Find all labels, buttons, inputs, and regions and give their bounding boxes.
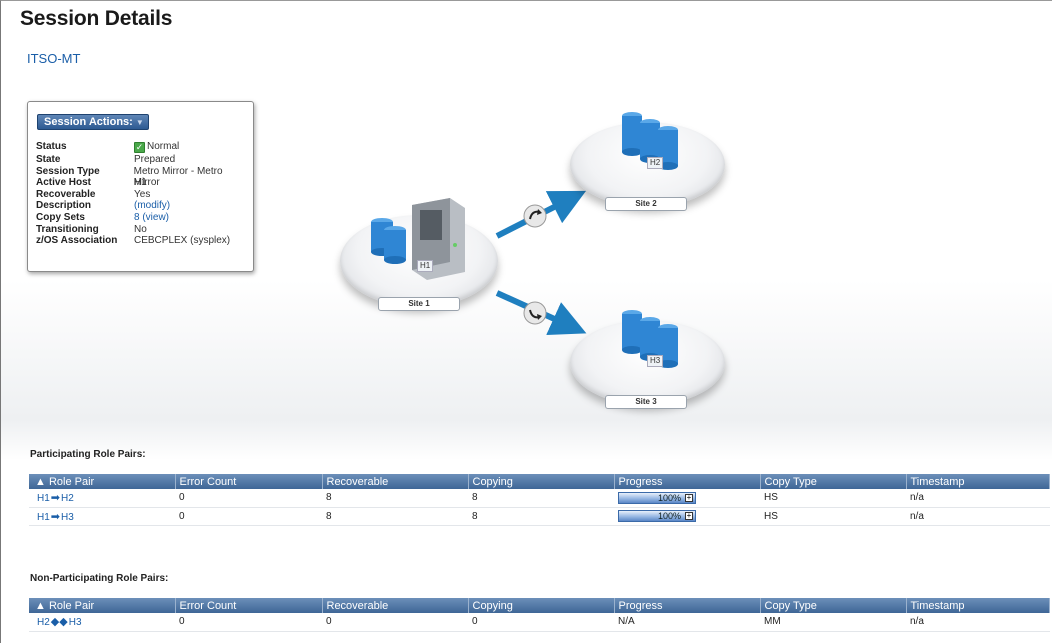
participating-role-pairs-table: ▲ Role Pair Error Count Recoverable Copy…	[29, 474, 1050, 526]
error-count-cell: 0	[175, 489, 322, 508]
column-header-role-pair[interactable]: ▲ Role Pair	[29, 474, 176, 489]
participating-title: Participating Role Pairs:	[30, 449, 146, 460]
timestamp-cell: n/a	[906, 507, 1050, 526]
column-header-copying[interactable]: Copying	[468, 598, 615, 613]
error-count-cell: 0	[175, 613, 322, 632]
table-header-row: ▲ Role Pair Error Count Recoverable Copy…	[29, 474, 1050, 489]
role-pair-link[interactable]: H1➡H2	[37, 492, 74, 505]
role-from: H1	[37, 511, 50, 523]
progress-bar: 100% +	[618, 491, 696, 504]
column-header-error-count[interactable]: Error Count	[175, 598, 323, 613]
timestamp-cell: n/a	[906, 613, 1050, 632]
column-header-recoverable[interactable]: Recoverable	[322, 474, 469, 489]
copy-type-cell: MM	[760, 613, 906, 632]
table-row: H2◆◆H3 0 0 0 N/A MM n/a	[29, 613, 1050, 632]
recoverable-cell: 8	[322, 489, 468, 508]
column-header-progress[interactable]: Progress	[614, 474, 761, 489]
role-to: H3	[68, 617, 82, 629]
column-header-copying[interactable]: Copying	[468, 474, 615, 489]
sort-ascending-icon: ▲	[35, 599, 46, 612]
site-3-node[interactable]: H3 Site 3	[570, 298, 730, 413]
column-header-timestamp[interactable]: Timestamp	[906, 598, 1050, 613]
role-pair-cell: H1➡H2	[29, 489, 175, 508]
table-row: H1➡H2 0 8 8 100% + HS n/a	[29, 489, 1050, 508]
host-label-h3: H3	[647, 355, 664, 367]
progress-text: 100%	[657, 492, 681, 503]
recoverable-cell: 8	[322, 507, 468, 526]
bidirectional-arrow-icon: ◆◆	[50, 616, 68, 629]
role-pair-link[interactable]: H2◆◆H3	[37, 616, 82, 629]
error-count-cell: 0	[175, 507, 322, 526]
role-to: H2	[61, 493, 74, 505]
copy-type-cell: HS	[760, 489, 906, 508]
arrow-right-icon: ➡	[50, 492, 61, 505]
site-1-label: Site 1	[378, 297, 460, 311]
host-label-h1: H1	[417, 260, 434, 272]
column-header-role-pair[interactable]: ▲ Role Pair	[29, 598, 176, 613]
copying-cell: 8	[468, 507, 614, 526]
host-label-h2: H2	[647, 157, 664, 169]
role-pair-cell: H1➡H3	[29, 507, 175, 526]
expand-icon[interactable]: +	[685, 512, 693, 520]
replication-direction-icon[interactable]	[523, 204, 547, 228]
column-label: Role Pair	[48, 599, 95, 612]
copying-cell: 0	[468, 613, 614, 632]
replication-arrows	[495, 190, 587, 335]
site-2-node[interactable]: H2 Site 2	[570, 100, 730, 215]
site-2-label: Site 2	[605, 197, 687, 211]
column-label: Role Pair	[48, 475, 95, 488]
progress-bar: 100% +	[618, 510, 696, 522]
role-pair-cell: H2◆◆H3	[29, 613, 175, 632]
table-row: H1➡H3 0 8 8 100% + HS n/a	[29, 507, 1050, 526]
column-header-copy-type[interactable]: Copy Type	[760, 474, 907, 489]
database-server-icon	[371, 198, 465, 280]
column-header-copy-type[interactable]: Copy Type	[760, 598, 907, 613]
recoverable-cell: 0	[322, 613, 468, 632]
column-header-timestamp[interactable]: Timestamp	[906, 474, 1050, 489]
progress-cell: 100% +	[614, 489, 760, 508]
table-header-row: ▲ Role Pair Error Count Recoverable Copy…	[29, 598, 1050, 613]
progress-cell: N/A	[614, 613, 760, 632]
role-from: H1	[37, 493, 50, 505]
role-pair-link[interactable]: H1➡H3	[37, 510, 74, 523]
non-participating-role-pairs-table: ▲ Role Pair Error Count Recoverable Copy…	[29, 598, 1050, 632]
role-to: H3	[61, 511, 74, 523]
expand-icon[interactable]: +	[685, 493, 693, 502]
arrow-right-icon: ➡	[50, 510, 61, 523]
non-participating-title: Non-Participating Role Pairs:	[30, 573, 169, 584]
timestamp-cell: n/a	[906, 489, 1050, 508]
sort-ascending-icon: ▲	[35, 475, 46, 488]
progress-cell: 100% +	[614, 507, 760, 526]
role-from: H2	[37, 617, 50, 629]
copy-type-cell: HS	[760, 507, 906, 526]
column-header-error-count[interactable]: Error Count	[175, 474, 323, 489]
replication-direction-icon[interactable]	[523, 301, 547, 325]
progress-text: 100%	[657, 511, 681, 521]
column-header-recoverable[interactable]: Recoverable	[322, 598, 469, 613]
site-3-label: Site 3	[605, 395, 687, 409]
site-1-node[interactable]: H1 Site 1	[340, 190, 500, 315]
copying-cell: 8	[468, 489, 614, 508]
column-header-progress[interactable]: Progress	[614, 598, 761, 613]
